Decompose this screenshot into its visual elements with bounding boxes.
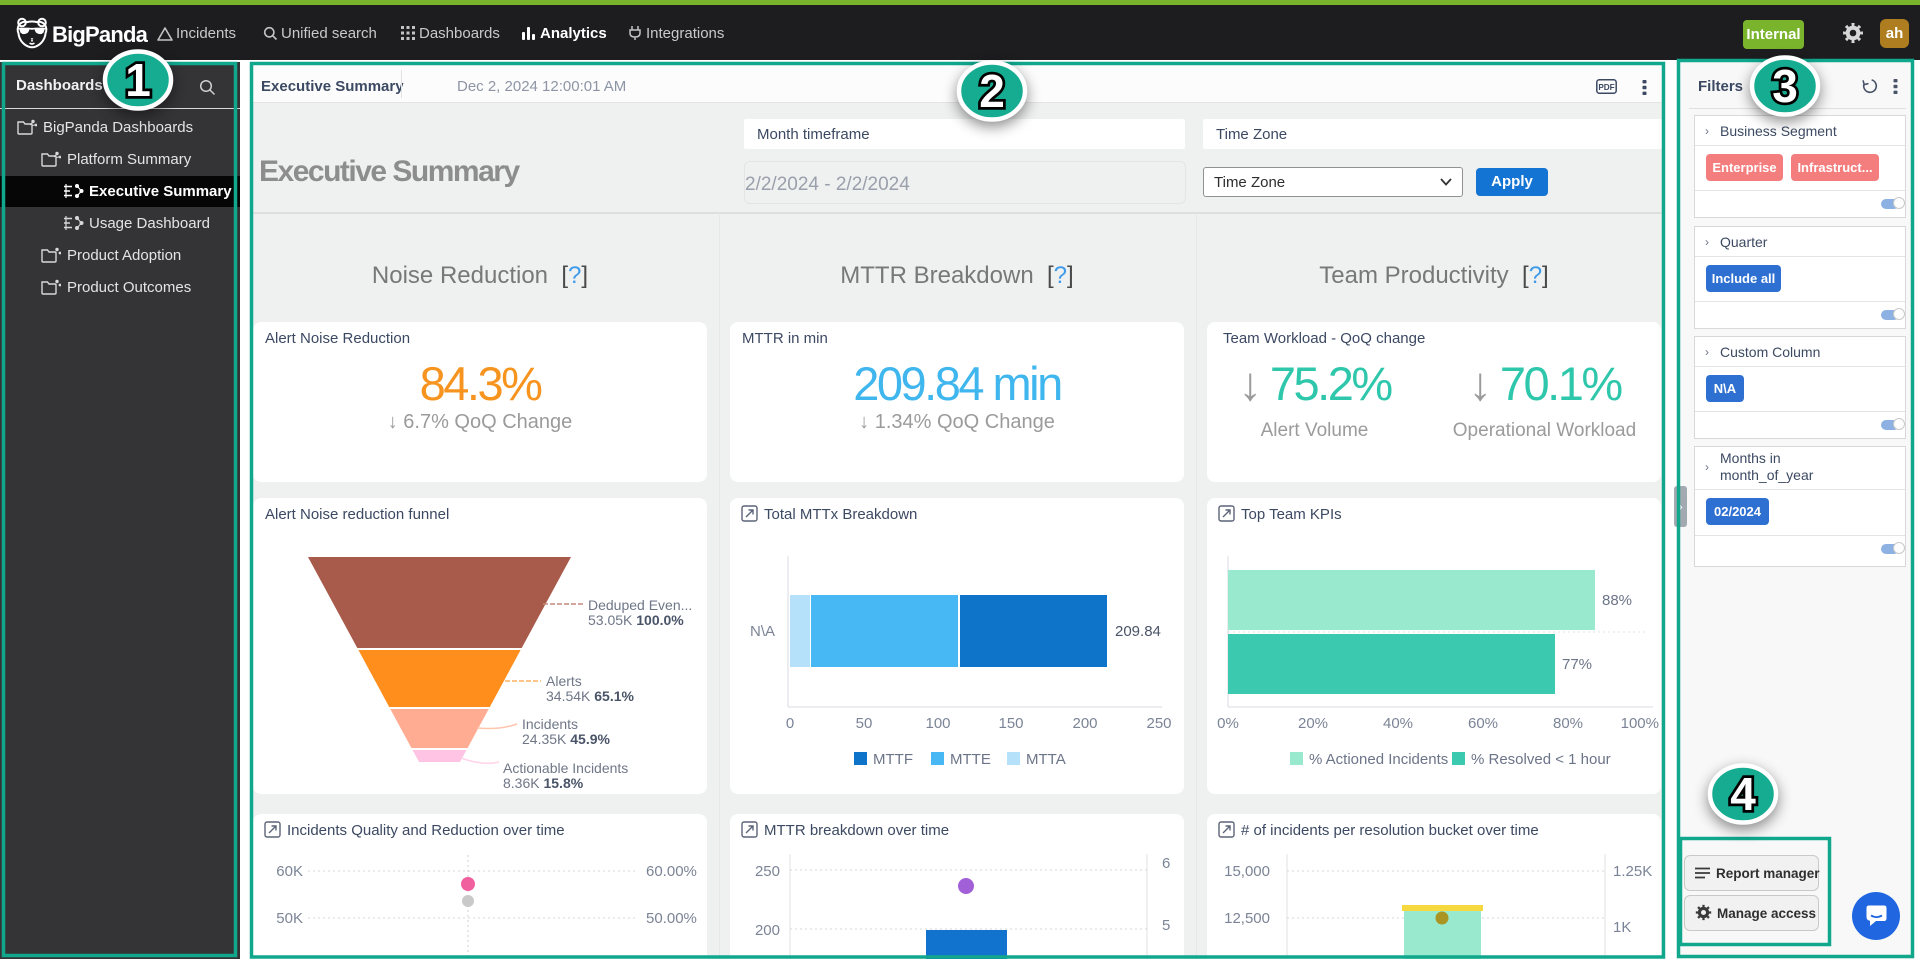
svg-text:250: 250 [1146, 715, 1171, 732]
svg-text:Actionable Incidents: Actionable Incidents [503, 760, 628, 776]
svg-text:150: 150 [998, 715, 1023, 732]
svg-text:0: 0 [786, 715, 794, 732]
svg-text:60%: 60% [1468, 715, 1498, 732]
svg-text:100%: 100% [1621, 715, 1659, 732]
svg-text:200: 200 [1072, 715, 1097, 732]
svg-text:24.35K 45.9%: 24.35K 45.9% [522, 731, 611, 747]
svg-text:Alerts: Alerts [546, 673, 582, 689]
svg-text:50K: 50K [276, 910, 303, 927]
svg-text:1K: 1K [1613, 919, 1631, 936]
svg-text:MTTE: MTTE [950, 751, 991, 768]
svg-text:20%: 20% [1298, 715, 1328, 732]
svg-text:250: 250 [755, 863, 780, 880]
svg-text:% Actioned Incidents: % Actioned Incidents [1309, 751, 1448, 768]
svg-text:12,500: 12,500 [1224, 910, 1270, 927]
svg-text:6: 6 [1162, 855, 1170, 872]
svg-text:40%: 40% [1383, 715, 1413, 732]
svg-text:60K: 60K [276, 863, 303, 880]
svg-text:MTTF: MTTF [873, 751, 913, 768]
svg-text:MTTA: MTTA [1026, 751, 1066, 768]
svg-text:Incidents: Incidents [522, 716, 578, 732]
svg-text:50: 50 [856, 715, 873, 732]
svg-text:60.00%: 60.00% [646, 863, 697, 880]
svg-text:200: 200 [755, 922, 780, 939]
svg-text:% Resolved < 1 hour: % Resolved < 1 hour [1471, 751, 1611, 768]
svg-text:209.84: 209.84 [1115, 623, 1161, 640]
svg-text:5: 5 [1162, 917, 1170, 934]
svg-text:50.00%: 50.00% [646, 910, 697, 927]
svg-text:34.54K 65.1%: 34.54K 65.1% [546, 688, 635, 704]
svg-text:88%: 88% [1602, 592, 1632, 609]
svg-text:1.25K: 1.25K [1613, 863, 1652, 880]
svg-text:PDF: PDF [1598, 83, 1614, 92]
svg-text:Deduped Even...: Deduped Even... [588, 597, 692, 613]
svg-text:15,000: 15,000 [1224, 863, 1270, 880]
svg-text:77%: 77% [1562, 656, 1592, 673]
svg-text:100: 100 [925, 715, 950, 732]
svg-text:53.05K 100.0%: 53.05K 100.0% [588, 612, 684, 628]
svg-text:8.36K 15.8%: 8.36K 15.8% [503, 775, 584, 791]
svg-text:0%: 0% [1217, 715, 1239, 732]
svg-text:80%: 80% [1553, 715, 1583, 732]
svg-text:N\A: N\A [750, 623, 775, 640]
